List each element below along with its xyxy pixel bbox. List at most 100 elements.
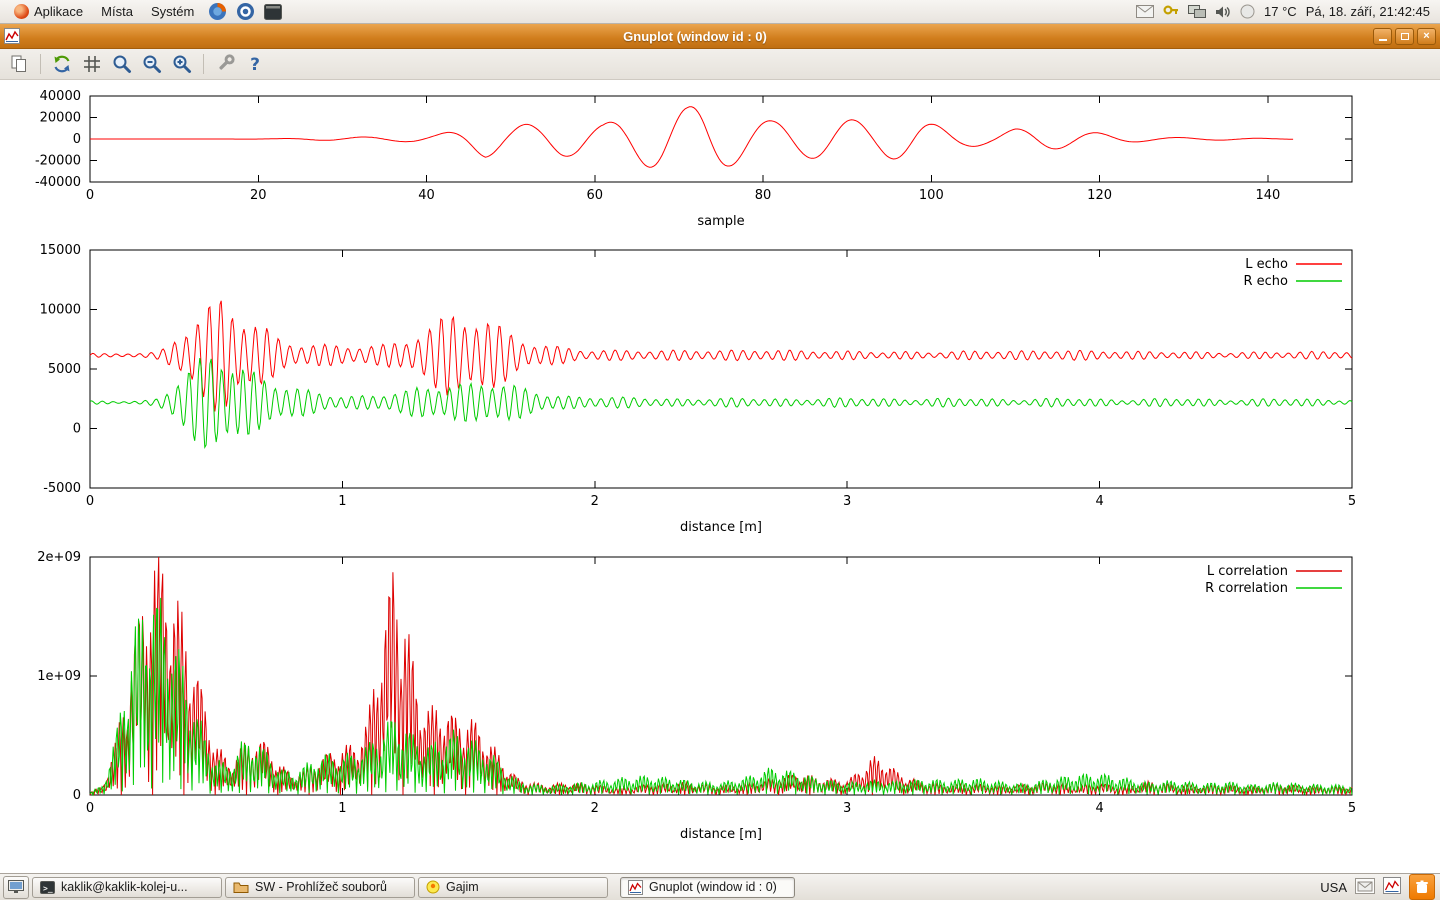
svg-text:?: ?: [250, 55, 260, 75]
gnuplot-icon: [628, 880, 643, 895]
toolbar-separator: [40, 54, 41, 74]
replot-icon[interactable]: [49, 52, 75, 77]
taskbar-button-label: SW - Prohlížeč souborů: [255, 880, 387, 894]
svg-text:-40000: -40000: [35, 175, 81, 190]
svg-text:-5000: -5000: [43, 481, 81, 496]
gnuplot-window-icon: [4, 28, 20, 44]
svg-text:1: 1: [338, 801, 346, 816]
svg-text:0: 0: [86, 188, 94, 203]
svg-text:0: 0: [86, 494, 94, 509]
plot-canvas[interactable]: 020406080100120140-40000-200000200004000…: [0, 80, 1440, 873]
taskbar-button-label: kaklik@kaklik-kolej-u...: [61, 880, 188, 894]
terminal-icon: >_: [40, 881, 55, 894]
chart-correlation[interactable]: 0 1 2 3 4 5 0 1e+09 2e+09 distance [m] L correlati…: [0, 548, 1440, 848]
firefox-icon[interactable]: [206, 1, 228, 23]
maximize-icon: [1401, 33, 1409, 40]
svg-text:0: 0: [86, 801, 94, 816]
volume-icon[interactable]: [1215, 5, 1231, 19]
svg-text:distance [m]: distance [m]: [680, 827, 762, 842]
help-icon[interactable]: ?: [242, 52, 268, 77]
svg-text:15000: 15000: [40, 243, 81, 258]
close-icon: ×: [1423, 31, 1429, 42]
key-icon[interactable]: [1163, 4, 1179, 20]
menu-system[interactable]: Systém: [143, 0, 202, 24]
svg-text:-20000: -20000: [35, 154, 81, 169]
clock[interactable]: Pá, 18. září, 21:42:45: [1306, 4, 1430, 19]
taskbar-tray: USA: [1320, 874, 1437, 900]
svg-text:R echo: R echo: [1243, 274, 1288, 289]
svg-text:20: 20: [250, 188, 267, 203]
svg-text:2: 2: [591, 801, 599, 816]
show-desktop-button[interactable]: [3, 876, 29, 899]
taskbar-button-terminal[interactable]: >_ kaklik@kaklik-kolej-u...: [32, 877, 222, 898]
svg-text:5: 5: [1348, 801, 1356, 816]
svg-text:0: 0: [73, 422, 81, 437]
gajim-icon: [426, 880, 440, 894]
svg-text:10000: 10000: [40, 303, 81, 318]
menu-places-label: Místa: [101, 4, 133, 19]
svg-text:5000: 5000: [48, 362, 81, 377]
trash-icon[interactable]: [1409, 874, 1435, 900]
svg-text:100: 100: [919, 188, 944, 203]
svg-text:20000: 20000: [40, 111, 81, 126]
svg-text:L correlation: L correlation: [1207, 564, 1288, 579]
copy-icon[interactable]: [6, 52, 32, 77]
taskbar-button-label: Gajim: [446, 880, 479, 894]
svg-text:R correlation: R correlation: [1205, 581, 1288, 596]
terminal-launcher-icon[interactable]: [262, 1, 284, 23]
svg-text:1: 1: [338, 494, 346, 509]
svg-text:0: 0: [73, 132, 81, 147]
svg-text:2: 2: [591, 494, 599, 509]
svg-text:0: 0: [73, 788, 81, 803]
settings-icon[interactable]: [212, 52, 238, 77]
svg-text:4: 4: [1095, 494, 1103, 509]
svg-text:>_: >_: [43, 884, 53, 893]
mail-tray-icon[interactable]: [1355, 878, 1375, 897]
taskbar-button-gnuplot[interactable]: Gnuplot (window id : 0): [620, 877, 795, 898]
zoom-out-icon[interactable]: [139, 52, 165, 77]
menu-applications[interactable]: Aplikace: [6, 0, 91, 24]
menu-system-label: Systém: [151, 4, 194, 19]
titlebar[interactable]: Gnuplot (window id : 0) ×: [0, 24, 1440, 49]
chart-echo[interactable]: 012345-5000050001000015000distance [m]L …: [0, 242, 1440, 542]
toolbar: ?: [0, 49, 1440, 80]
chart-tray-icon[interactable]: [1383, 877, 1401, 897]
svg-text:distance [m]: distance [m]: [680, 520, 762, 535]
keyboard-layout-indicator[interactable]: USA: [1320, 880, 1347, 895]
svg-text:1e+09: 1e+09: [37, 669, 81, 684]
svg-text:40: 40: [418, 188, 435, 203]
svg-text:3: 3: [843, 494, 851, 509]
svg-text:60: 60: [587, 188, 604, 203]
zoom-in-icon[interactable]: [169, 52, 195, 77]
svg-text:80: 80: [755, 188, 772, 203]
taskbar: >_ kaklik@kaklik-kolej-u... SW - Prohlíž…: [0, 873, 1440, 900]
display-icon[interactable]: [1188, 5, 1206, 19]
temperature-label[interactable]: 17 °C: [1264, 4, 1297, 19]
svg-text:120: 120: [1087, 188, 1112, 203]
zoom-icon[interactable]: [109, 52, 135, 77]
svg-text:L echo: L echo: [1245, 257, 1288, 272]
svg-text:2e+09: 2e+09: [37, 550, 81, 565]
weather-icon[interactable]: [1240, 4, 1255, 19]
taskbar-button-file-browser[interactable]: SW - Prohlížeč souborů: [225, 877, 415, 898]
system-tray: 17 °C Pá, 18. září, 21:42:45: [1136, 4, 1434, 20]
taskbar-button-gajim[interactable]: Gajim: [418, 877, 608, 898]
gnuplot-window: Gnuplot (window id : 0) ×: [0, 24, 1440, 873]
svg-text:sample: sample: [697, 214, 744, 229]
close-button[interactable]: ×: [1417, 28, 1436, 45]
help-browser-icon[interactable]: [234, 1, 256, 23]
chart-pulse[interactable]: 020406080100120140-40000-200000200004000…: [0, 86, 1440, 246]
top-panel: Aplikace Místa Systém: [0, 0, 1440, 24]
mail-icon[interactable]: [1136, 5, 1154, 18]
grid-icon[interactable]: [79, 52, 105, 77]
toolbar-separator: [203, 54, 204, 74]
svg-text:4: 4: [1095, 801, 1103, 816]
window-title: Gnuplot (window id : 0): [20, 29, 1370, 44]
maximize-button[interactable]: [1395, 28, 1414, 45]
ubuntu-logo-icon: [14, 4, 29, 19]
taskbar-button-label: Gnuplot (window id : 0): [649, 880, 777, 894]
svg-text:3: 3: [843, 801, 851, 816]
menu-places[interactable]: Místa: [93, 0, 141, 24]
minimize-button[interactable]: [1373, 28, 1392, 45]
menu-applications-label: Aplikace: [34, 4, 83, 19]
